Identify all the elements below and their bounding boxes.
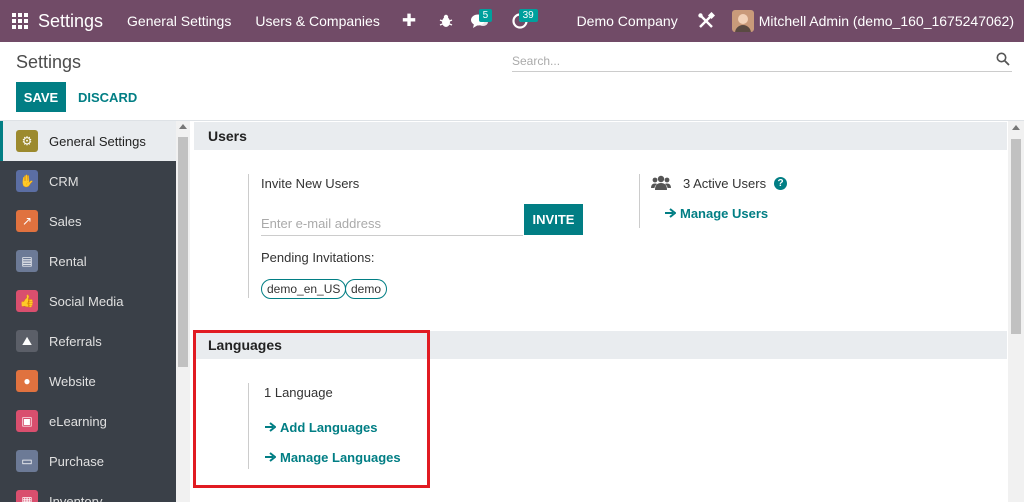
app-title[interactable]: Settings: [38, 11, 103, 32]
add-menu-icon[interactable]: ✚: [402, 11, 416, 31]
menu-users-companies[interactable]: Users & Companies: [255, 13, 380, 29]
page-title: Settings: [16, 52, 82, 72]
search-icon[interactable]: [996, 52, 1010, 69]
arrow-right-icon: [265, 450, 277, 465]
sidebar-item-label: General Settings: [49, 133, 146, 149]
main-scrollbar-thumb[interactable]: [1011, 139, 1021, 334]
handshake-icon: ✋: [16, 170, 38, 192]
messages-badge: 5: [478, 9, 493, 22]
sidebar-item-social-media[interactable]: 👍 Social Media: [0, 281, 176, 321]
arrow-right-icon: [665, 206, 677, 221]
manage-languages-link[interactable]: Manage Languages: [265, 450, 401, 465]
users-section-title: Users: [194, 122, 1007, 150]
users-left-divider: [248, 174, 249, 298]
sidebar-item-purchase[interactable]: ▭ Purchase: [0, 441, 176, 481]
sidebar-item-sales[interactable]: ↗ Sales: [0, 201, 176, 241]
rental-icon: ▤: [16, 250, 38, 272]
sidebar-scrollbar-thumb[interactable]: [178, 137, 188, 367]
sidebar-item-label: Referrals: [49, 333, 102, 349]
settings-sidebar: ⚙ General Settings ✋ CRM ↗ Sales ▤ Renta…: [0, 121, 176, 502]
email-field[interactable]: [261, 212, 523, 236]
sidebar-item-referrals[interactable]: ⛰ Referrals: [0, 321, 176, 361]
sidebar-item-label: Social Media: [49, 293, 124, 309]
globe-icon: ●: [16, 370, 38, 392]
activities-clock-icon[interactable]: 39: [505, 0, 538, 42]
inventory-icon: ▦: [16, 490, 38, 502]
users-group-icon: [651, 175, 671, 194]
main-scrollbar[interactable]: [1008, 121, 1024, 502]
manage-users-link[interactable]: Manage Users: [665, 206, 768, 221]
tools-icon[interactable]: [696, 0, 716, 42]
referrals-icon: ⛰: [16, 330, 38, 352]
sidebar-item-label: Sales: [49, 213, 82, 229]
arrow-right-icon: [265, 420, 277, 435]
activities-badge: 39: [518, 9, 538, 22]
add-languages-label: Add Languages: [280, 420, 378, 435]
sidebar-item-crm[interactable]: ✋ CRM: [0, 161, 176, 201]
sidebar-item-rental[interactable]: ▤ Rental: [0, 241, 176, 281]
sidebar-item-elearning[interactable]: ▣ eLearning: [0, 401, 176, 441]
sidebar-item-general-settings[interactable]: ⚙ General Settings: [0, 121, 176, 161]
sidebar-item-label: Website: [49, 373, 96, 389]
pending-invitation-tag[interactable]: demo_en_US: [261, 279, 347, 299]
top-navbar: Settings General Settings Users & Compan…: [0, 0, 1024, 42]
elearning-icon: ▣: [16, 410, 38, 432]
sidebar-item-website[interactable]: ● Website: [0, 361, 176, 401]
sidebar-item-label: CRM: [49, 173, 79, 189]
sales-chart-icon: ↗: [16, 210, 38, 232]
manage-users-label: Manage Users: [680, 206, 769, 221]
help-question-icon[interactable]: ?: [774, 177, 788, 190]
user-avatar[interactable]: [731, 10, 754, 32]
search-input[interactable]: [512, 53, 982, 68]
sidebar-scrollbar[interactable]: [176, 121, 190, 502]
active-users-text: 3 Active Users: [683, 176, 767, 191]
apps-menu-icon[interactable]: [12, 13, 28, 29]
messages-chat-icon[interactable]: 5: [465, 0, 495, 42]
sidebar-item-label: Rental: [49, 253, 87, 269]
company-switcher[interactable]: Demo Company: [577, 13, 678, 29]
pending-invitation-tag[interactable]: demo: [345, 279, 388, 299]
languages-divider: [248, 383, 249, 469]
save-button[interactable]: SAVE: [16, 82, 66, 112]
languages-section-title: Languages: [194, 331, 1007, 359]
language-count: 1 Language: [264, 385, 333, 400]
invite-new-users-label: Invite New Users: [261, 176, 360, 191]
users-right-divider: [639, 174, 640, 228]
sidebar-item-inventory[interactable]: ▦ Inventory: [0, 481, 176, 502]
purchase-card-icon: ▭: [16, 450, 38, 472]
manage-languages-label: Manage Languages: [280, 450, 401, 465]
discard-button[interactable]: DISCARD: [72, 82, 143, 112]
pending-invitations-label: Pending Invitations:: [261, 250, 375, 265]
scroll-up-arrow-icon[interactable]: [1012, 125, 1020, 130]
sidebar-item-label: Inventory: [49, 493, 103, 502]
user-menu[interactable]: Mitchell Admin (demo_160_1675247062): [759, 13, 1014, 29]
gear-icon: ⚙: [16, 130, 38, 152]
sidebar-item-label: eLearning: [49, 413, 107, 429]
invite-button[interactable]: INVITE: [524, 204, 583, 235]
scroll-up-arrow-icon[interactable]: [179, 124, 187, 129]
add-languages-link[interactable]: Add Languages: [265, 420, 378, 435]
thumbs-up-icon: 👍: [16, 290, 38, 312]
search-bar: [512, 50, 1012, 72]
menu-general-settings[interactable]: General Settings: [127, 13, 231, 29]
debug-bug-icon[interactable]: [437, 0, 455, 42]
sidebar-item-label: Purchase: [49, 453, 104, 469]
active-users-count: 3 Active Users ?: [683, 176, 788, 191]
